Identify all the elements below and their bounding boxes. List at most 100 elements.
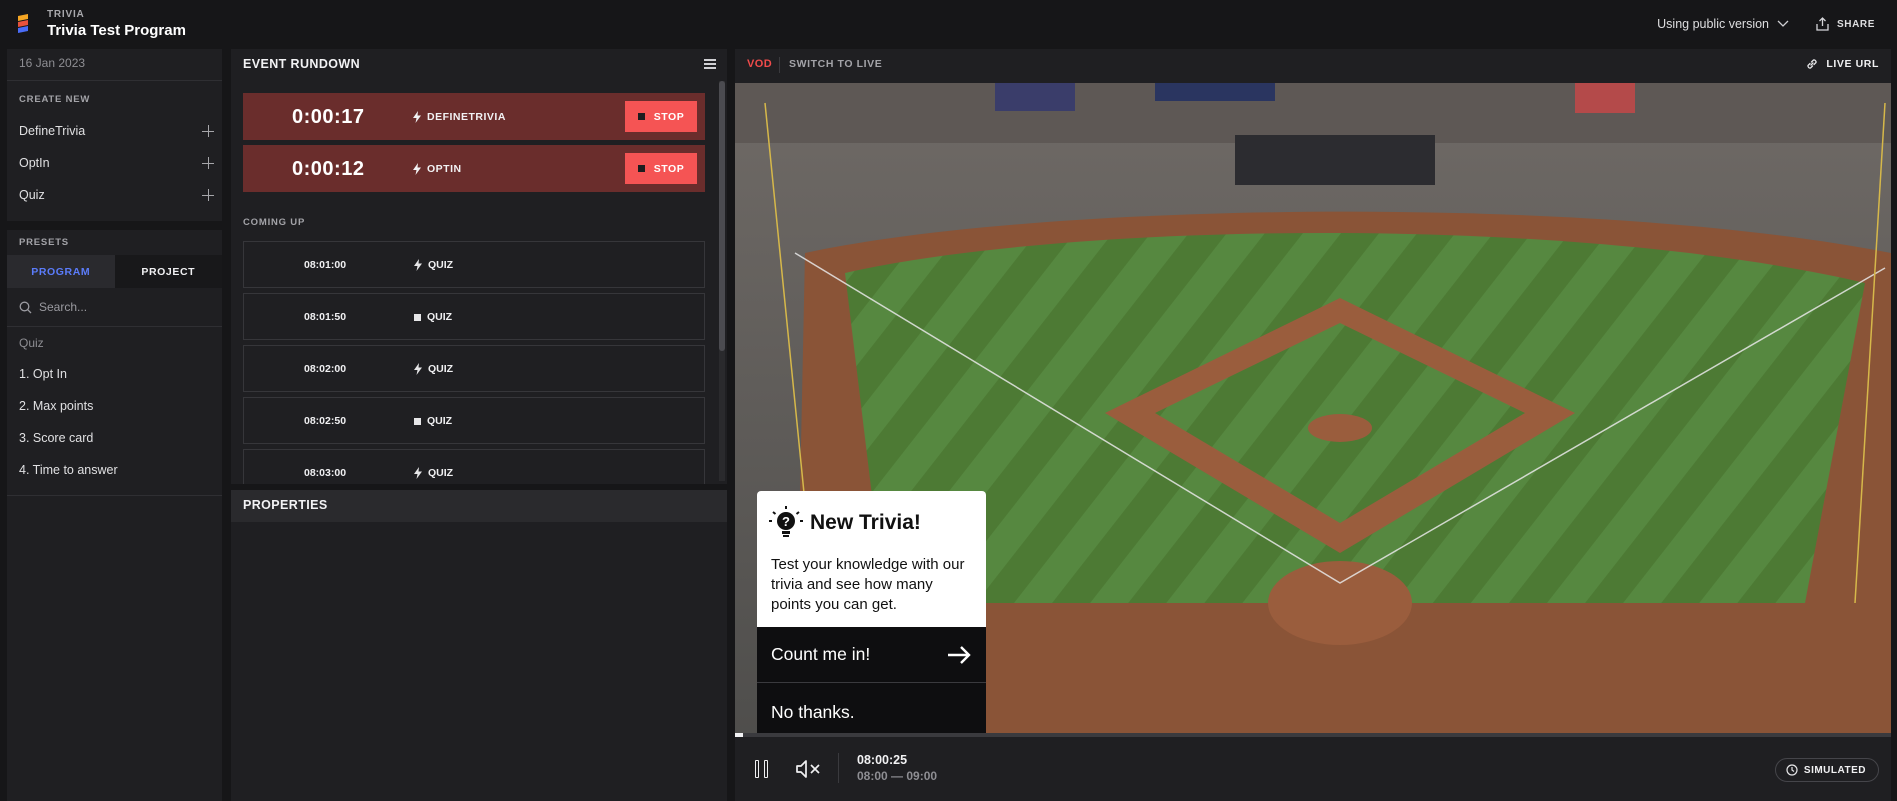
count-me-in-button[interactable]: Count me in!: [757, 627, 986, 683]
upcoming-event-card[interactable]: 08:03:00 QUIZ: [243, 449, 705, 484]
create-item-label: OptIn: [19, 156, 50, 170]
stop-label: STOP: [653, 162, 685, 175]
preset-item[interactable]: 3. Score card: [19, 431, 93, 445]
stop-button[interactable]: STOP: [625, 153, 697, 184]
upcoming-event-card[interactable]: 08:01:00 QUIZ: [243, 241, 705, 288]
upcoming-event-time: 08:01:50: [304, 311, 347, 323]
tab-project[interactable]: PROJECT: [114, 255, 222, 288]
upcoming-event-type: QUIZ: [414, 467, 453, 479]
tab-program[interactable]: PROGRAM: [7, 255, 115, 288]
app-logo-icon: [18, 14, 28, 33]
top-bar: TRIVIA Trivia Test Program Using public …: [0, 0, 1897, 49]
event-type: OPTIN: [413, 163, 462, 175]
bolt-icon: [414, 467, 422, 479]
stop-button[interactable]: STOP: [625, 101, 697, 132]
time-range: 08:00 — 09:00: [857, 769, 938, 783]
bolt-icon: [414, 259, 422, 271]
bolt-icon: [414, 363, 422, 375]
upcoming-type-label: QUIZ: [428, 363, 454, 375]
create-quiz-item[interactable]: Quiz: [19, 185, 214, 205]
live-event-card[interactable]: 0:00:12 OPTIN STOP: [243, 145, 705, 192]
plus-icon[interactable]: [202, 125, 214, 137]
video-frame[interactable]: ? New Trivia! Test your knowledge with o…: [735, 83, 1891, 733]
preset-search[interactable]: Search...: [19, 298, 214, 316]
preset-tabs: PROGRAM PROJECT: [7, 255, 222, 288]
upcoming-type-label: QUIZ: [428, 467, 454, 479]
event-type: DEFINETRIVIA: [413, 111, 506, 123]
pause-icon[interactable]: [755, 760, 769, 778]
divider: [7, 326, 222, 327]
divider: [7, 80, 222, 81]
svg-text:?: ?: [782, 514, 790, 529]
video-header: VOD SWITCH TO LIVE LIVE URL: [735, 49, 1891, 83]
preset-item[interactable]: 1. Opt In: [19, 367, 67, 381]
bolt-icon: [413, 111, 421, 123]
upcoming-event-time: 08:02:00: [304, 363, 347, 375]
clock-icon: [1786, 764, 1798, 776]
preset-item[interactable]: 2. Max points: [19, 399, 93, 413]
app-title: Trivia Test Program: [47, 22, 186, 39]
mute-icon[interactable]: [795, 759, 821, 779]
plus-icon[interactable]: [202, 189, 214, 201]
properties-panel: PROPERTIES: [231, 490, 727, 801]
search-icon: [19, 301, 32, 313]
coming-up-label: COMING UP: [243, 217, 306, 228]
search-input[interactable]: Search...: [39, 300, 87, 314]
trivia-card-body: ? New Trivia! Test your knowledge with o…: [757, 491, 986, 627]
presets-label: PRESETS: [19, 237, 69, 248]
event-type-label: OPTIN: [427, 163, 462, 175]
divider: [779, 57, 780, 73]
no-thanks-button[interactable]: No thanks.: [757, 683, 986, 733]
trivia-overlay: ? New Trivia! Test your knowledge with o…: [757, 491, 986, 733]
date-label: 16 Jan 2023: [19, 56, 86, 70]
share-button[interactable]: SHARE: [1816, 17, 1875, 31]
player-controls: 08:00:25 08:00 — 09:00 SIMULATED: [735, 737, 1891, 801]
create-item-label: Quiz: [19, 188, 45, 202]
square-icon: [414, 417, 421, 425]
link-icon: [1807, 59, 1818, 69]
properties-title: PROPERTIES: [243, 498, 328, 512]
upcoming-event-type: QUIZ: [414, 363, 453, 375]
scroll-thumb[interactable]: [719, 81, 725, 351]
rundown-scrollbar[interactable]: [719, 81, 725, 481]
decline-label: No thanks.: [771, 701, 855, 722]
upcoming-event-type: QUIZ: [414, 415, 452, 427]
app-kicker: TRIVIA: [47, 9, 85, 20]
menu-icon[interactable]: [704, 59, 716, 69]
divider: [838, 753, 839, 783]
switch-to-live-button[interactable]: SWITCH TO LIVE: [789, 58, 882, 70]
upcoming-event-time: 08:03:00: [304, 467, 347, 479]
event-rundown-panel: EVENT RUNDOWN 0:00:17 DEFINETRIVIA STOP …: [231, 49, 727, 484]
upcoming-event-type: QUIZ: [414, 311, 452, 323]
live-event-card[interactable]: 0:00:17 DEFINETRIVIA STOP: [243, 93, 705, 140]
create-definetrivia-item[interactable]: DefineTrivia: [19, 121, 214, 141]
stop-icon: [637, 165, 645, 172]
section-gap: [7, 221, 222, 230]
trivia-description: Test your knowledge with our trivia and …: [771, 556, 965, 613]
upcoming-event-card[interactable]: 08:01:50 QUIZ: [243, 293, 705, 340]
simulated-label: SIMULATED: [1803, 764, 1866, 776]
create-new-label: CREATE NEW: [19, 94, 91, 105]
share-label: SHARE: [1836, 18, 1875, 30]
live-url-button[interactable]: LIVE URL: [1805, 57, 1879, 71]
bolt-icon: [413, 163, 421, 175]
create-optin-item[interactable]: OptIn: [19, 153, 214, 173]
upcoming-event-card[interactable]: 08:02:50 QUIZ: [243, 397, 705, 444]
stop-icon: [637, 113, 645, 120]
share-icon: [1816, 17, 1829, 31]
properties-header: PROPERTIES: [231, 490, 727, 522]
vod-badge: VOD: [747, 58, 773, 70]
plus-icon[interactable]: [202, 157, 214, 169]
preset-group-label: Quiz: [19, 336, 44, 350]
event-elapsed-time: 0:00:17: [292, 106, 365, 128]
event-type-label: DEFINETRIVIA: [427, 111, 506, 123]
simulated-toggle[interactable]: SIMULATED: [1774, 758, 1879, 782]
upcoming-event-card[interactable]: 08:02:00 QUIZ: [243, 345, 705, 392]
stop-label: STOP: [653, 110, 685, 123]
event-elapsed-time: 0:00:12: [292, 158, 365, 180]
trivia-title: New Trivia!: [810, 511, 921, 534]
preset-item[interactable]: 4. Time to answer: [19, 463, 118, 477]
version-label: Using public version: [1657, 17, 1769, 31]
lightbulb-question-icon: ?: [769, 506, 803, 537]
version-dropdown[interactable]: Using public version: [1657, 17, 1789, 31]
